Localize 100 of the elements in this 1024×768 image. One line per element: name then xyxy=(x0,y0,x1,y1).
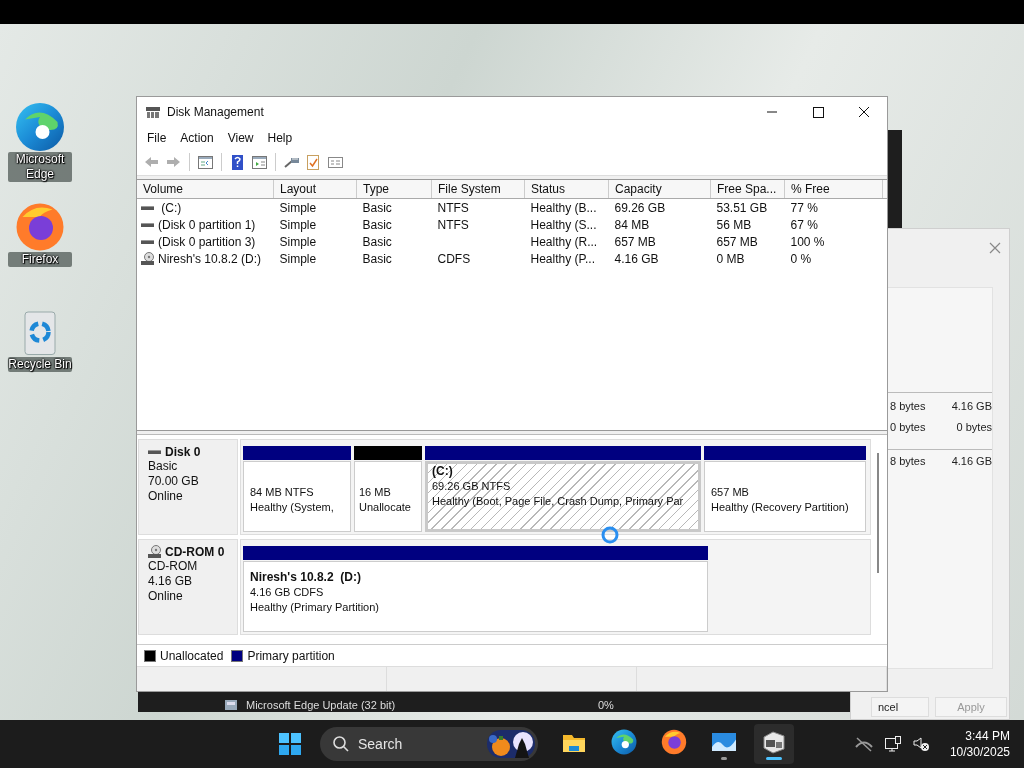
partition-info: Healthy (System, xyxy=(250,500,335,515)
speaker-muted-icon[interactable] xyxy=(911,735,930,753)
disk-info: 4.16 GB xyxy=(148,574,194,589)
checklist-icon[interactable] xyxy=(305,153,322,171)
legend-label: Primary partition xyxy=(247,648,335,663)
volume-name: (Disk 0 partition 1) xyxy=(158,217,256,232)
fox-globe-icon[interactable] xyxy=(661,728,687,755)
clock-time[interactable]: 3:44 PM xyxy=(949,728,1010,744)
table-cell: 4.16 GB xyxy=(614,251,659,266)
process-name: Microsoft Edge Update (32 bit) xyxy=(246,699,397,711)
search-icon xyxy=(332,735,350,753)
search-field[interactable]: Search xyxy=(358,736,458,752)
column-header[interactable]: Free Spa... xyxy=(710,180,785,199)
table-cell: 77 % xyxy=(790,200,818,215)
partition-box[interactable]: 84 MB NTFS Healthy (System, xyxy=(243,461,351,532)
scrollbar-thumb[interactable] xyxy=(877,453,879,573)
disc-drive-icon xyxy=(148,545,162,559)
table-cell: NTFS xyxy=(437,217,469,232)
disk-label-panel[interactable]: CD-ROM 0 CD-ROM 4.16 GB Online xyxy=(138,539,238,635)
column-header[interactable]: Type xyxy=(356,180,432,199)
menu-item[interactable]: Help xyxy=(260,131,300,145)
disk-name: CD-ROM 0 xyxy=(165,545,225,559)
table-cell: Healthy (B... xyxy=(530,200,597,215)
table-cell: Healthy (P... xyxy=(530,251,595,266)
dialog-button[interactable]: ncel xyxy=(871,697,929,717)
size-value: 8 bytes xyxy=(890,399,927,412)
table-cell: Healthy (R... xyxy=(530,234,598,249)
disk-drive-icon[interactable] xyxy=(761,728,787,755)
table-cell: 100 % xyxy=(790,234,825,249)
table-cell: Healthy (S... xyxy=(530,217,597,232)
column-header[interactable]: % Free xyxy=(784,180,883,199)
console-tree-icon[interactable] xyxy=(197,153,214,171)
help-icon[interactable] xyxy=(229,153,246,171)
disc-drive-icon xyxy=(141,251,155,266)
desktop-icon-label[interactable]: Recycle Bin xyxy=(8,357,72,372)
table-cell: Basic xyxy=(362,217,392,232)
table-cell: Simple xyxy=(279,251,317,266)
disk-info: 70.00 GB xyxy=(148,474,200,489)
table-cell: Simple xyxy=(279,217,317,232)
window-title: Disk Management xyxy=(167,105,264,119)
table-cell: 56 MB xyxy=(716,217,752,232)
table-cell: Basic xyxy=(362,234,392,249)
table-cell: Basic xyxy=(362,251,392,266)
size-value: 4.16 GB xyxy=(950,399,992,412)
partition-info: 16 MB xyxy=(359,485,392,500)
close-icon[interactable] xyxy=(989,242,1001,254)
partition-bar xyxy=(354,446,422,460)
volume-name: (C:) xyxy=(160,200,182,215)
disk-label-panel[interactable]: Disk 0 Basic 70.00 GB Online xyxy=(138,439,238,535)
partition-box[interactable]: (C:) 69.26 GB NTFS Healthy (Boot, Page File, Crash Dump, Primary Par xyxy=(425,461,701,532)
size-value: 0 bytes xyxy=(955,420,992,433)
hidden-icons-icon[interactable] xyxy=(853,736,874,752)
edge-swirl-icon[interactable] xyxy=(611,728,637,755)
disk-info: Online xyxy=(148,489,184,504)
column-header[interactable]: Layout xyxy=(273,180,357,199)
table-cell: 84 MB xyxy=(614,217,650,232)
legend-swatch xyxy=(231,649,244,662)
table-cell: Simple xyxy=(279,200,317,215)
drive-icon xyxy=(148,448,162,456)
clock-date[interactable]: 10/30/2025 xyxy=(949,744,1010,760)
partition-info: Healthy (Boot, Page File, Crash Dump, Primary Par xyxy=(432,494,685,509)
running-indicator xyxy=(766,756,782,760)
network-icon[interactable] xyxy=(883,735,902,753)
size-value: 8 bytes xyxy=(890,454,927,467)
taskbar-button[interactable] xyxy=(754,724,794,764)
table-cell: 657 MB xyxy=(716,234,758,249)
column-header[interactable]: Volume xyxy=(137,180,274,199)
volume-name: (Disk 0 partition 3) xyxy=(158,234,256,249)
partition-box[interactable]: 657 MB Healthy (Recovery Partition) xyxy=(704,461,866,532)
table-cell: 53.51 GB xyxy=(716,200,768,215)
table-cell: Simple xyxy=(279,234,317,249)
panel-icon[interactable] xyxy=(251,153,268,171)
partition-info: Unallocate xyxy=(359,500,412,515)
partition-name: Niresh's 10.8.2 (D:) xyxy=(250,570,362,585)
disk-info: Basic xyxy=(148,459,179,474)
volume-name: Niresh's 10.8.2 (D:) xyxy=(158,251,261,266)
column-header[interactable]: Capacity xyxy=(608,180,711,199)
size-value: 0 bytes xyxy=(890,420,927,433)
start-icon[interactable] xyxy=(278,732,302,756)
desktop-icon-label[interactable]: Microsoft Edge xyxy=(8,152,72,182)
table-cell: 67 % xyxy=(790,217,818,232)
partition-box[interactable]: Niresh's 10.8.2 (D:) 4.16 GB CDFS Healthy (Primary Partition) xyxy=(243,561,708,632)
menu-item[interactable]: Action xyxy=(173,131,221,145)
partition-box[interactable]: 16 MB Unallocate xyxy=(354,461,422,532)
partition-info: Healthy (Recovery Partition) xyxy=(711,500,850,515)
table-cell: 69.26 GB xyxy=(614,200,666,215)
partition-info: 657 MB xyxy=(711,485,750,500)
column-header[interactable]: Status xyxy=(524,180,609,199)
table-cell: 657 MB xyxy=(614,234,656,249)
desktop-icon-label[interactable]: Firefox xyxy=(8,252,72,267)
table-cell: 0 % xyxy=(790,251,812,266)
app-icon xyxy=(224,699,238,711)
menu-item[interactable]: View xyxy=(220,131,261,145)
busy-cursor-icon xyxy=(600,525,620,545)
partition-info: 69.26 GB NTFS xyxy=(432,479,512,494)
column-header[interactable]: File System xyxy=(431,180,525,199)
partition-name: (C:) xyxy=(432,464,454,479)
partition-info: Healthy (Primary Partition) xyxy=(250,600,380,615)
disk-info: CD-ROM xyxy=(148,559,199,574)
menu-item[interactable]: File xyxy=(140,131,174,145)
